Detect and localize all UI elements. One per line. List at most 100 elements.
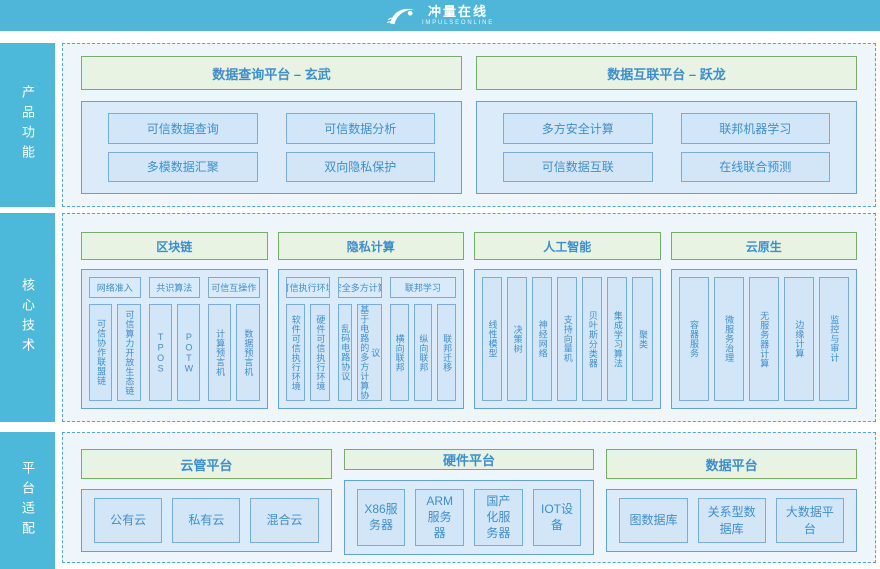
tech-group-label: 可信执行环境 (286, 277, 330, 298)
tech-group: 安全多方计算乱码电路协议基于电路的多方计算协议 (338, 277, 382, 401)
platform-item: 可信数据查询 (108, 113, 258, 144)
tech-group: 可信互操作计算预言机数据预言机 (208, 277, 260, 401)
platform-title: 云管平台 (81, 449, 332, 479)
platform-items-box: X86服务器ARM服务器国产化服务器IOT设备 (344, 480, 595, 555)
platform-item: IOT设备 (533, 489, 582, 546)
tech-pill-text: 容器服务 (688, 320, 699, 358)
tech-pill: 基于电路的多方计算协议 (357, 304, 382, 401)
platform-column: 数据平台图数据库关系型数据库大数据平台 (606, 449, 857, 552)
product-row: 产品功能 数据查询平台 – 玄武可信数据查询可信数据分析多模数据汇聚双向隐私保护… (0, 43, 876, 207)
tech-pill-text: 乱码电路协议 (339, 324, 350, 381)
platform-item: 大数据平台 (776, 498, 844, 543)
platform-row: 云管平台公有云私有云混合云硬件平台 X86服务器ARM服务器国产化服务器IOT设备… (0, 432, 876, 569)
platform-section: 云管平台公有云私有云混合云硬件平台 X86服务器ARM服务器国产化服务器IOT设备… (62, 432, 876, 563)
top-banner: 冲量在线 IMPULSEONLINE (0, 0, 880, 31)
tech-pill: 微服务治理 (714, 277, 744, 401)
platform-title: 数据查询平台 – 玄武 (81, 56, 462, 90)
core-tech-row: 核心技术 区块链网络准入可信协作联盟链可信算力开放生态链共识算法TPOSPOTW… (0, 213, 876, 422)
tech-group-label: 可信互操作 (208, 277, 260, 298)
platform-item: 国产化服务器 (474, 489, 523, 546)
platform-item: 公有云 (94, 498, 162, 543)
side-label-text: 产品功能 (18, 85, 37, 165)
tech-group: 共识算法 TPOS POTW (149, 277, 201, 401)
platform-item: ARM服务器 (415, 489, 464, 546)
tech-items-box: 线性模型 决策树 神经网络 支持向量机 贝叶斯分类器 集成学习算法聚类 (474, 269, 661, 409)
tech-items-box: 网络准入可信协作联盟链可信算力开放生态链共识算法 TPOS POTW 可信互操作计算预… (81, 269, 268, 409)
platform-items-box: 多方安全计算联邦机器学习可信数据互联在线联合预测 (476, 101, 857, 194)
tech-pill-text: 神经网络 (537, 320, 548, 358)
platform-title: 数据互联平台 – 跃龙 (476, 56, 857, 90)
tech-pill: TPOS (149, 304, 172, 401)
side-label-product-functions: 产品功能 (0, 43, 55, 207)
tech-pill: POTW (177, 304, 200, 401)
platform-column: 数据互联平台 – 跃龙多方安全计算联邦机器学习可信数据互联在线联合预测 (476, 56, 857, 194)
tech-items-box: 容器服务 微服务治理 无服务器计算 边缘计算 监控与审计 (671, 269, 858, 409)
tech-pill: 计算预言机 (208, 304, 231, 401)
tech-pill-text: 联邦迁移 (441, 334, 452, 372)
tech-group-pills: 线性模型 决策树 神经网络 支持向量机 贝叶斯分类器 集成学习算法聚类 (482, 277, 653, 401)
tech-title: 隐私计算 (278, 232, 465, 260)
tech-pill: 贝叶斯分类器 (582, 277, 602, 401)
tech-group-pills: TPOS POTW (149, 304, 201, 401)
tech-pill-text: 无服务器计算 (758, 311, 769, 368)
tech-pill: 监控与审计 (819, 277, 849, 401)
tech-group-label: 联邦学习 (390, 277, 456, 298)
platform-item: 图数据库 (619, 498, 687, 543)
tech-group-label: 共识算法 (149, 277, 201, 298)
tech-pill-text: 监控与审计 (828, 315, 839, 363)
tech-pill-text: 集成学习算法 (612, 311, 623, 368)
platform-item: 联邦机器学习 (681, 113, 831, 144)
platform-item: 多模数据汇聚 (108, 152, 258, 183)
platform-column: 数据查询平台 – 玄武可信数据查询可信数据分析多模数据汇聚双向隐私保护 (81, 56, 462, 194)
tech-pill: 支持向量机 (557, 277, 577, 401)
tech-pill-text: 微服务治理 (723, 315, 734, 363)
tech-pill: 纵向联邦 (414, 304, 433, 401)
platform-title: 数据平台 (606, 449, 857, 479)
tech-pill-text: 基于电路的多方计算协议 (358, 305, 380, 400)
tech-column: 区块链网络准入可信协作联盟链可信算力开放生态链共识算法TPOSPOTW可信互操作… (81, 232, 268, 409)
tech-pill-text: 支持向量机 (562, 315, 573, 363)
brand-text: 冲量在线 IMPULSEONLINE (422, 5, 494, 26)
platform-item: X86服务器 (357, 489, 406, 546)
side-label-text: 核心技术 (18, 278, 37, 358)
platform-title: 硬件平台 (344, 449, 595, 470)
tech-pill: 容器服务 (679, 277, 709, 401)
tech-pill: 数据预言机 (236, 304, 259, 401)
tech-pill: 软件可信执行环境 (286, 304, 306, 401)
wave-logo-icon (386, 5, 416, 27)
brand-name: 冲量在线 (428, 5, 488, 18)
tech-pill: 聚类 (632, 277, 652, 401)
tech-pill: 集成学习算法 (607, 277, 627, 401)
tech-pill-text: 可信协作联盟链 (95, 319, 106, 386)
platform-items-box: 公有云私有云混合云 (81, 489, 332, 552)
tech-pill: 可信协作联盟链 (89, 304, 112, 401)
platform-item: 多方安全计算 (503, 113, 653, 144)
tech-group-pills: 计算预言机数据预言机 (208, 304, 260, 401)
side-label-core-technologies: 核心技术 (0, 213, 55, 422)
tech-pill-text: 决策树 (512, 325, 523, 354)
tech-pill: 可信算力开放生态链 (117, 304, 140, 401)
platform-item: 私有云 (172, 498, 240, 543)
tech-items-box: 可信执行环境软件可信执行环境硬件可信执行环境安全多方计算乱码电路协议基于电路的多… (278, 269, 465, 409)
tech-group: 网络准入可信协作联盟链可信算力开放生态链 (89, 277, 141, 401)
tech-group-pills: 容器服务 微服务治理 无服务器计算 边缘计算 监控与审计 (679, 277, 850, 401)
tech-group-pills: 乱码电路协议基于电路的多方计算协议 (338, 304, 382, 401)
side-label-platform-adaptation: 平台适配 (0, 432, 55, 569)
tech-pill: 联邦迁移 (437, 304, 456, 401)
brand-subtitle: IMPULSEONLINE (422, 20, 494, 26)
core-tech-section: 区块链网络准入可信协作联盟链可信算力开放生态链共识算法TPOSPOTW可信互操作… (62, 213, 876, 422)
platform-item: 在线联合预测 (681, 152, 831, 183)
tech-group: 线性模型 决策树 神经网络 支持向量机 贝叶斯分类器 集成学习算法聚类 (482, 277, 653, 401)
tech-pill-text: 数据预言机 (242, 329, 253, 377)
tech-group: 联邦学习横向联邦纵向联邦联邦迁移 (390, 277, 456, 401)
tech-group-pills: 软件可信执行环境硬件可信执行环境 (286, 304, 330, 401)
platform-item: 关系型数据库 (698, 498, 766, 543)
tech-pill-text: 边缘计算 (793, 320, 804, 358)
tech-pill-text: 贝叶斯分类器 (587, 311, 598, 368)
tech-title: 人工智能 (474, 232, 661, 260)
tech-pill-text: 纵向联邦 (417, 334, 428, 372)
tech-pill-text: 线性模型 (487, 320, 498, 358)
tech-pill-text: 软件可信执行环境 (290, 315, 301, 391)
tech-pill: 乱码电路协议 (338, 304, 352, 401)
tech-pill-text: TPOS (155, 332, 166, 374)
